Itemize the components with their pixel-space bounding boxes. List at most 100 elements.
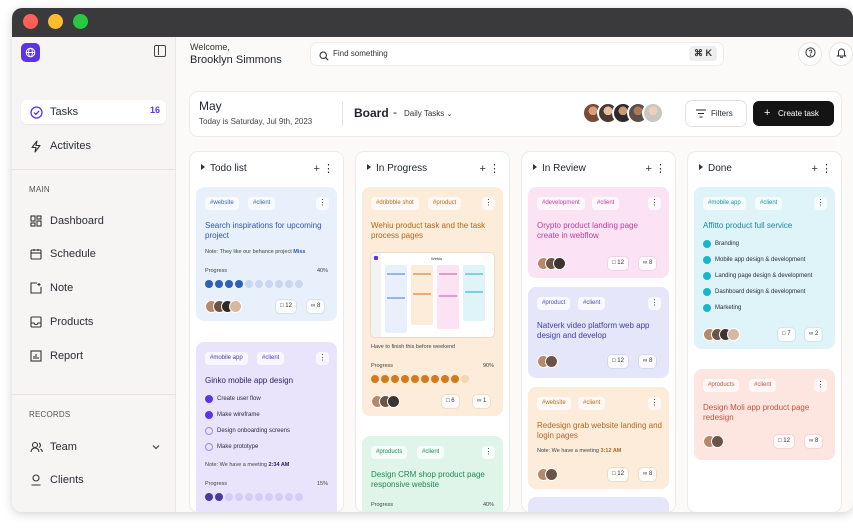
close-window-button[interactable]: [23, 14, 38, 29]
sidebar-item-tasks[interactable]: Tasks 16: [21, 100, 166, 124]
comments-count[interactable]: □ 6: [442, 395, 459, 408]
sidebar-item-activites[interactable]: Activites: [21, 134, 166, 158]
checklist-item[interactable]: Branding: [703, 240, 739, 248]
plus-icon[interactable]: +: [812, 163, 818, 175]
comments-count[interactable]: □ 12: [608, 257, 628, 270]
column-title[interactable]: Todo list: [201, 163, 247, 174]
checklist-item[interactable]: Create user flow: [205, 395, 261, 403]
collapse-sidebar-icon[interactable]: [154, 45, 166, 57]
tag[interactable]: #dribbble shot: [371, 197, 419, 210]
tag[interactable]: #client: [257, 352, 285, 365]
attachments-count[interactable]: ∞ 1: [473, 395, 491, 408]
column-actions[interactable]: + ⋮: [812, 162, 833, 175]
tag[interactable]: #client: [592, 197, 620, 210]
board-header: May Today is Saturday, Jul 9th, 2023 Boa…: [190, 92, 841, 136]
more-icon[interactable]: ⋮: [648, 197, 661, 210]
more-icon[interactable]: ⋮: [814, 197, 827, 210]
column-actions[interactable]: + ⋮: [480, 162, 501, 175]
task-card[interactable]: #mobile app #client ⋮ Ginko mobile app d…: [196, 342, 337, 512]
progress-dot: [381, 375, 389, 383]
tag[interactable]: #client: [755, 197, 783, 210]
tag[interactable]: #mobile app: [703, 197, 746, 210]
checklist-item[interactable]: Make prototype: [205, 443, 258, 451]
comments-count[interactable]: □ 12: [608, 468, 628, 481]
checklist-item[interactable]: Design onboarding screens: [205, 427, 290, 435]
attachments-count[interactable]: ∞ 8: [307, 300, 325, 313]
checklist-item[interactable]: Landing page design & development: [703, 272, 812, 280]
comments-count[interactable]: □ 12: [276, 300, 296, 313]
more-icon[interactable]: ⋮: [482, 197, 495, 210]
sidebar-item-clients[interactable]: Clients: [21, 468, 166, 492]
help-button[interactable]: [799, 43, 821, 65]
task-card[interactable]: [528, 497, 669, 512]
task-card[interactable]: #website #client ⋮ Redesign grab website…: [528, 387, 669, 489]
plus-icon[interactable]: +: [480, 163, 486, 175]
tag[interactable]: #mobile app: [205, 352, 248, 365]
column-title[interactable]: In Progress: [367, 163, 427, 174]
sidebar-item-note[interactable]: Note: [21, 276, 166, 300]
sidebar-item-products[interactable]: Products: [21, 310, 166, 334]
zoom-window-button[interactable]: [73, 14, 88, 29]
more-icon[interactable]: ⋮: [482, 446, 495, 459]
more-icon[interactable]: ⋮: [316, 352, 329, 365]
checklist-item[interactable]: Mobile app design & development: [703, 256, 805, 264]
sidebar-item-team[interactable]: Team: [21, 435, 166, 459]
checklist-item[interactable]: Marketing: [703, 304, 741, 312]
tag[interactable]: #products: [703, 379, 740, 392]
more-icon[interactable]: ⋮: [648, 397, 661, 410]
comments-count[interactable]: □ 12: [608, 355, 628, 368]
tag[interactable]: #product: [537, 297, 571, 310]
sidebar-item-dashboard[interactable]: Dashboard: [21, 209, 166, 233]
task-screenshot-thumbnail[interactable]: Wehiu: [371, 253, 494, 337]
tag[interactable]: #client: [417, 446, 445, 459]
app-logo[interactable]: [21, 43, 40, 62]
tag[interactable]: #client: [749, 379, 777, 392]
plus-icon[interactable]: +: [646, 163, 652, 175]
more-vertical-icon[interactable]: ⋮: [655, 163, 666, 175]
task-card[interactable]: #product #client ⋮ Natverk video platfor…: [528, 287, 669, 378]
attachments-count[interactable]: ∞ 8: [639, 468, 657, 481]
attachments-count[interactable]: ∞ 8: [639, 355, 657, 368]
tag[interactable]: #development: [537, 197, 585, 210]
column-title[interactable]: In Review: [533, 163, 586, 174]
more-icon[interactable]: ⋮: [814, 379, 827, 392]
checklist-item[interactable]: Make wireframe: [205, 411, 260, 419]
comments-count[interactable]: □ 12: [774, 435, 794, 448]
plus-icon[interactable]: +: [314, 163, 320, 175]
tag[interactable]: #client: [578, 397, 606, 410]
more-vertical-icon[interactable]: ⋮: [323, 163, 334, 175]
attachments-count[interactable]: ∞ 8: [639, 257, 657, 270]
task-card[interactable]: #mobile app #client ⋮ Affitto product fu…: [694, 187, 835, 349]
tag[interactable]: #products: [371, 446, 408, 459]
task-card[interactable]: #products #client ⋮ Design CRM shop prod…: [362, 436, 503, 512]
checklist-item[interactable]: Dashboard design & development: [703, 288, 805, 296]
sidebar-item-report[interactable]: Report: [21, 344, 166, 368]
task-card[interactable]: #products #client ⋮ Design Moli app prod…: [694, 369, 835, 460]
attachments-count[interactable]: ∞ 8: [805, 435, 823, 448]
comments-count[interactable]: □ 7: [778, 328, 795, 341]
tag[interactable]: #website: [205, 197, 239, 210]
tag[interactable]: #client: [578, 297, 606, 310]
notifications-button[interactable]: [830, 43, 852, 65]
filters-button[interactable]: Filters: [686, 101, 746, 126]
column-title[interactable]: Done: [699, 163, 732, 174]
column-actions[interactable]: + ⋮: [314, 162, 335, 175]
task-count-badge: 16: [149, 105, 160, 115]
more-icon[interactable]: ⋮: [648, 297, 661, 310]
tag[interactable]: #client: [248, 197, 276, 210]
attachments-count[interactable]: ∞ 2: [805, 328, 823, 341]
view-selector[interactable]: Daily Tasks ⌄: [404, 109, 452, 118]
create-task-button[interactable]: + Create task: [753, 101, 834, 126]
sidebar-item-schedule[interactable]: Schedule: [21, 242, 166, 266]
task-card[interactable]: #website #client ⋮ Search inspirations f…: [196, 187, 337, 321]
more-vertical-icon[interactable]: ⋮: [821, 163, 832, 175]
search-input[interactable]: Find something ⌘ K: [311, 43, 723, 65]
tag[interactable]: #product: [428, 197, 462, 210]
column-actions[interactable]: + ⋮: [646, 162, 667, 175]
task-card[interactable]: #dribbble shot #product ⋮ Wehiu product …: [362, 187, 503, 416]
more-icon[interactable]: ⋮: [316, 197, 329, 210]
task-card[interactable]: #development #client ⋮ Orypto product la…: [528, 187, 669, 278]
tag[interactable]: #website: [537, 397, 571, 410]
more-vertical-icon[interactable]: ⋮: [489, 163, 500, 175]
minimize-window-button[interactable]: [48, 14, 63, 29]
